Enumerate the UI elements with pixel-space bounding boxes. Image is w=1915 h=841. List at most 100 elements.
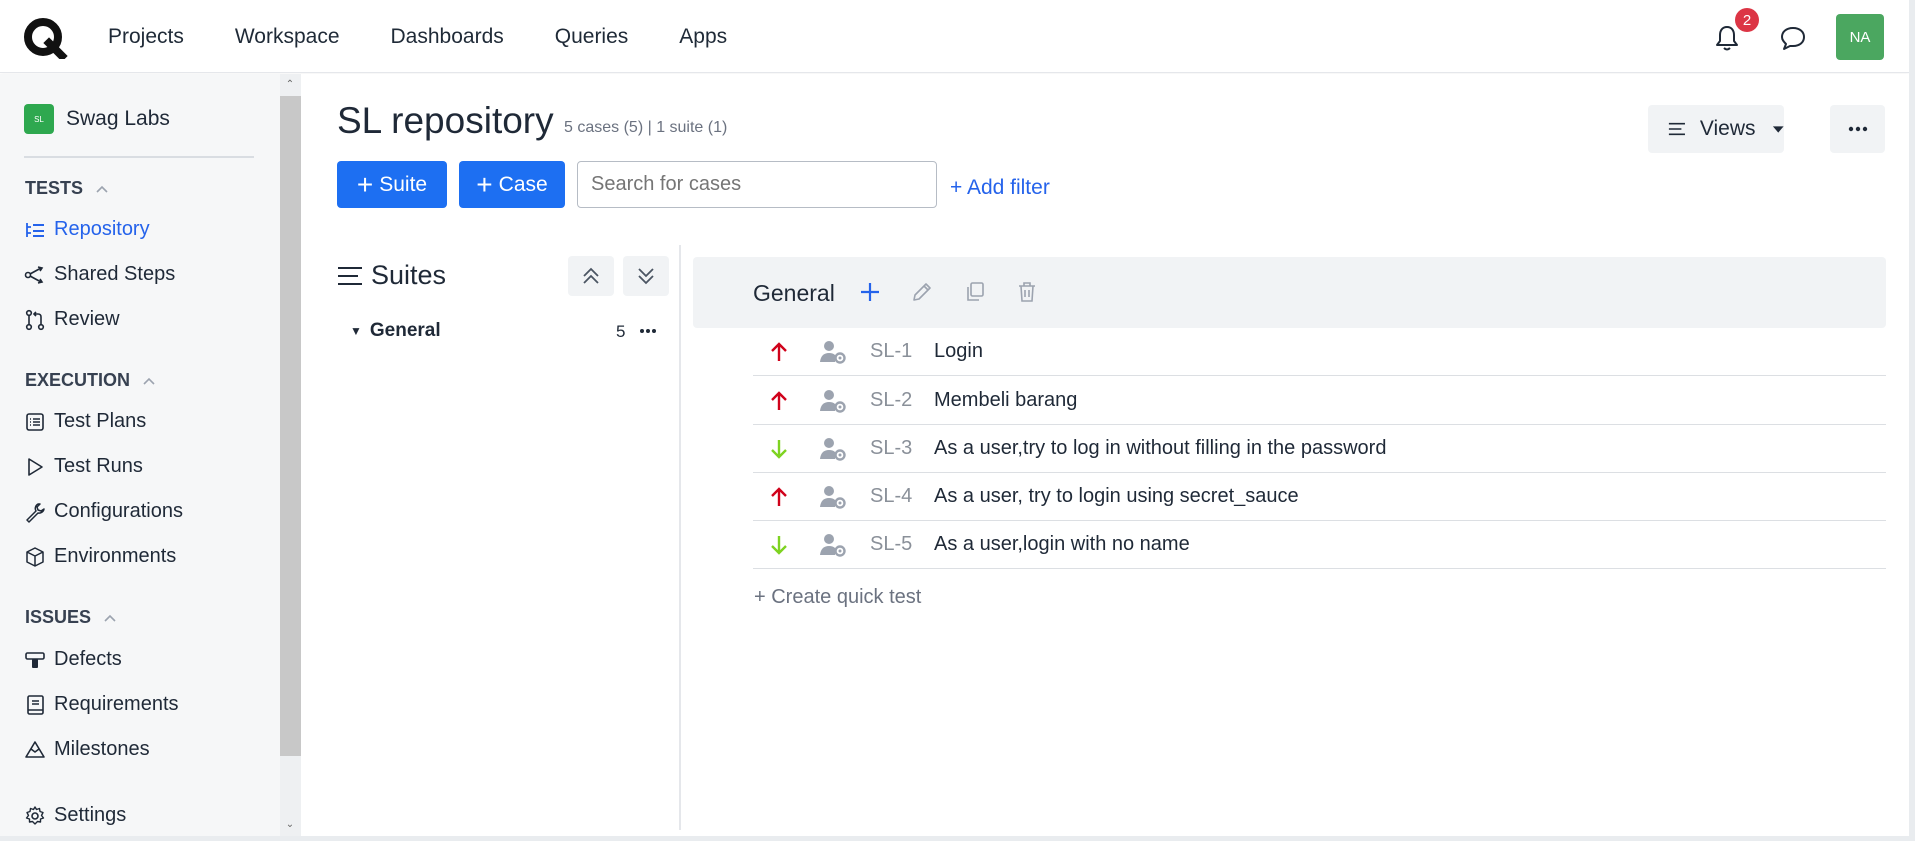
section-issues[interactable]: ISSUES bbox=[25, 607, 117, 628]
case-row[interactable]: SL-2 Membeli barang bbox=[753, 377, 1886, 425]
case-title[interactable]: Membeli barang bbox=[934, 389, 1077, 412]
copy-icon[interactable] bbox=[963, 280, 987, 304]
caret-down-icon bbox=[1772, 126, 1784, 133]
case-title[interactable]: Login bbox=[934, 340, 983, 363]
sidebar-scrollbar[interactable]: ⌃ ⌄ bbox=[280, 74, 301, 836]
suites-title-label: Suites bbox=[371, 260, 447, 290]
expand-all-button[interactable] bbox=[623, 256, 669, 296]
section-tests[interactable]: TESTS bbox=[25, 178, 109, 199]
user-avatar[interactable]: NA bbox=[1836, 14, 1884, 60]
sidebar-item-repository[interactable]: Repository bbox=[24, 218, 150, 241]
case-id: SL-5 bbox=[870, 533, 913, 555]
book-icon bbox=[27, 694, 44, 715]
pencil-icon[interactable] bbox=[910, 280, 934, 304]
more-horizontal-icon[interactable] bbox=[638, 322, 658, 340]
sidebar-item-requirements[interactable]: Requirements bbox=[24, 693, 179, 716]
scroll-up-icon[interactable]: ⌃ bbox=[285, 80, 295, 90]
add-suite-button[interactable]: + Suite bbox=[337, 161, 447, 208]
case-id: SL-4 bbox=[870, 485, 913, 507]
add-case-button[interactable]: + Case bbox=[459, 161, 565, 208]
page-title: SL repository bbox=[337, 100, 554, 141]
nav-apps[interactable]: Apps bbox=[679, 25, 727, 49]
sidebar-item-label: Environments bbox=[54, 545, 177, 567]
priority-high-icon bbox=[771, 341, 787, 361]
collapse-all-button[interactable] bbox=[568, 256, 614, 296]
sidebar-item-environments[interactable]: Environments bbox=[24, 545, 176, 568]
case-title[interactable]: As a user, try to login using secret_sau… bbox=[934, 485, 1299, 508]
create-quick-test-link[interactable]: + Create quick test bbox=[754, 586, 921, 609]
play-icon bbox=[28, 457, 43, 476]
menu-lines-icon bbox=[338, 266, 362, 285]
case-row[interactable]: SL-5 As a user,login with no name bbox=[753, 521, 1886, 569]
app-window: Projects Workspace Dashboards Queries Ap… bbox=[0, 0, 1909, 836]
user-gear-icon bbox=[820, 533, 846, 557]
scrollbar-thumb[interactable] bbox=[280, 96, 301, 756]
user-gear-icon bbox=[820, 389, 846, 413]
suites-panel-title: Suites bbox=[337, 260, 446, 291]
chevron-up-icon bbox=[143, 377, 155, 385]
project-switcher[interactable]: SL Swag Labs bbox=[24, 104, 170, 134]
priority-low-icon bbox=[771, 535, 787, 555]
plus-icon[interactable] bbox=[858, 280, 882, 304]
priority-high-icon bbox=[771, 486, 787, 506]
q-logo-icon[interactable] bbox=[22, 17, 68, 59]
nav-workspace[interactable]: Workspace bbox=[235, 25, 340, 49]
sidebar-item-shared-steps[interactable]: Shared Steps bbox=[24, 263, 175, 286]
sidebar-item-label: Requirements bbox=[54, 693, 179, 715]
chat-icon[interactable] bbox=[1779, 25, 1807, 51]
more-actions-button[interactable] bbox=[1830, 105, 1885, 153]
chevron-up-icon bbox=[96, 185, 108, 193]
add-filter-link[interactable]: + Add filter bbox=[950, 176, 1050, 200]
suite-tree-item-general[interactable]: ▼ General bbox=[350, 320, 441, 342]
sidebar-item-test-plans[interactable]: Test Plans bbox=[24, 410, 146, 433]
sidebar-item-review[interactable]: Review bbox=[24, 308, 120, 331]
case-title[interactable]: As a user,try to log in without filling … bbox=[934, 437, 1386, 460]
caret-down-icon[interactable]: ▼ bbox=[350, 324, 362, 338]
nav-projects[interactable]: Projects bbox=[108, 25, 184, 49]
sidebar-divider bbox=[24, 156, 254, 158]
gear-icon bbox=[25, 805, 45, 825]
case-row[interactable]: SL-4 As a user, try to login using secre… bbox=[753, 473, 1886, 521]
suite-tree-label: General bbox=[369, 320, 441, 341]
project-name: Swag Labs bbox=[66, 107, 170, 130]
panel-splitter[interactable] bbox=[679, 245, 681, 830]
case-row[interactable]: SL-1 Login bbox=[753, 328, 1886, 376]
case-title[interactable]: As a user,login with no name bbox=[934, 533, 1190, 556]
mountain-icon bbox=[25, 740, 45, 758]
case-id: SL-2 bbox=[870, 389, 913, 411]
sidebar-item-test-runs[interactable]: Test Runs bbox=[24, 455, 143, 478]
suite-case-count: 5 bbox=[616, 322, 626, 341]
user-gear-icon bbox=[820, 340, 846, 364]
views-label: Views bbox=[1699, 117, 1756, 140]
search-input[interactable] bbox=[577, 161, 937, 208]
nav-queries[interactable]: Queries bbox=[555, 25, 629, 49]
suite-group-title: General bbox=[753, 280, 835, 306]
sidebar-item-label: Test Plans bbox=[54, 410, 147, 432]
priority-high-icon bbox=[771, 390, 787, 410]
notification-badge: 2 bbox=[1735, 8, 1759, 32]
sidebar-item-label: Settings bbox=[54, 804, 127, 826]
sidebar-item-label: Milestones bbox=[54, 738, 150, 760]
share-icon bbox=[24, 265, 44, 284]
nav-dashboards[interactable]: Dashboards bbox=[391, 25, 504, 49]
sidebar-item-defects[interactable]: Defects bbox=[24, 648, 122, 671]
case-row[interactable]: SL-3 As a user,try to log in without fil… bbox=[753, 425, 1886, 473]
plus-icon: + bbox=[356, 168, 374, 200]
scroll-down-icon[interactable]: ⌄ bbox=[285, 820, 295, 830]
user-gear-icon bbox=[820, 437, 846, 461]
sidebar-item-milestones[interactable]: Milestones bbox=[24, 738, 150, 761]
bell-icon[interactable] bbox=[1714, 24, 1740, 52]
sidebar-item-label: Test Runs bbox=[54, 455, 143, 477]
trash-icon[interactable] bbox=[1015, 280, 1039, 304]
sidebar-item-settings[interactable]: Settings bbox=[24, 804, 126, 827]
sidebar-item-label: Configurations bbox=[54, 500, 183, 522]
sidebar-item-label: Defects bbox=[54, 648, 122, 670]
list-icon bbox=[26, 412, 44, 431]
more-horizontal-icon bbox=[1848, 126, 1867, 132]
page-meta: 5 cases (5) | 1 suite (1) bbox=[564, 119, 728, 136]
case-id: SL-3 bbox=[870, 437, 913, 459]
sidebar-item-configurations[interactable]: Configurations bbox=[24, 500, 183, 523]
views-dropdown[interactable]: Views bbox=[1648, 105, 1784, 153]
chevrons-down-icon bbox=[638, 268, 654, 285]
section-execution[interactable]: EXECUTION bbox=[25, 370, 156, 391]
